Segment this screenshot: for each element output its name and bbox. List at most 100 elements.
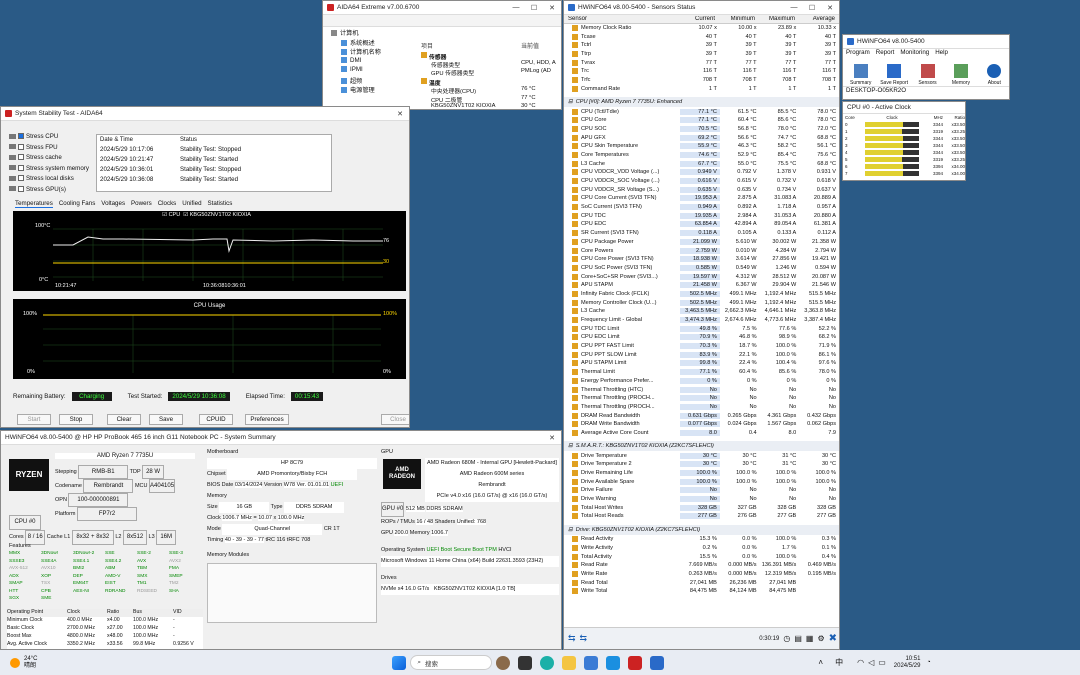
sensor-row[interactable]: CPU (Tctl/Tdie) 77.1 °C 61.5 °C 85.5 °C 78.0… <box>564 107 839 116</box>
tree-item[interactable]: 电源管理 <box>327 85 419 95</box>
sensor-row[interactable]: CPU SOC 70.5 °C 56.8 °C 78.0 °C 72.0 °C <box>564 125 839 134</box>
sensor-row[interactable]: Thermal Throttling (PROCH... No No No No <box>564 403 839 412</box>
sensor-row[interactable]: L3 Cache 3,463.5 MHz 2,662.3 MHz 4,646.1 MH… <box>564 307 839 316</box>
expand-icon[interactable]: ⊟ <box>568 443 573 449</box>
stress-checkbox[interactable] <box>18 154 24 161</box>
sensor-row[interactable]: Total Host Writes 328 GB 327 GB 328 GB 328 G… <box>564 503 839 512</box>
tab-powers[interactable]: Powers <box>131 200 152 208</box>
sensor-row[interactable]: Core Temperatures 74.6 °C 52.9 °C 85.4 °C 75… <box>564 151 839 160</box>
volume-icon[interactable]: ◁ <box>868 658 874 667</box>
stress-option[interactable]: Stress GPU(s) <box>9 186 95 197</box>
sensor-row[interactable]: Tvrax 77 T 77 T 77 T 77 T <box>564 58 839 67</box>
toolbar-about[interactable]: About <box>980 64 1009 86</box>
sensor-row[interactable]: CPU Skin Temperature 55.9 °C 46.3 °C 58.2 °… <box>564 142 839 151</box>
sensors-list[interactable]: Memory Clock Ratio 10.07 x 10.00 x 23.89 x 1… <box>564 24 839 621</box>
sensor-row[interactable]: Total Activity 15.5 % 0.0 % 100.0 % 0.4 % <box>564 552 839 561</box>
sensor-row[interactable]: Energy Performance Prefer... 0 % 0 % 0 % 0 % <box>564 377 839 386</box>
stress-checkbox[interactable] <box>18 164 24 171</box>
tree-item[interactable]: 计算机 <box>327 28 419 38</box>
sensor-row[interactable]: CPU Core 77.1 °C 60.4 °C 85.6 °C 78.0 °C <box>564 116 839 125</box>
sensor-row[interactable]: Total Host Reads 277 GB 276 GB 277 GB 277 GB <box>564 512 839 521</box>
stress-checkbox[interactable] <box>18 175 24 182</box>
sensor-row[interactable]: Read Total 27,041 MB 26,236 MB 27,041 MB <box>564 578 839 587</box>
sensor-row[interactable]: Write Activity 0.2 % 0.0 % 1.7 % 0.1 % <box>564 544 839 553</box>
sensor-row[interactable]: Trfc 708 T 708 T 708 T 708 T <box>564 76 839 85</box>
sensor-row[interactable]: CPU TDC Limit 49.8 % 7.5 % 77.6 % 52.2 % <box>564 324 839 333</box>
tree-item[interactable]: 计算机名称 <box>327 47 419 57</box>
settings-icon[interactable]: ⚙ <box>817 634 824 643</box>
sensor-row[interactable]: CPU PPT FAST Limit 70.3 % 18.7 % 100.0 % 71.… <box>564 342 839 351</box>
cpuid-button[interactable]: CPUID <box>199 414 233 425</box>
tree-item[interactable]: IPMI <box>327 66 419 76</box>
stress-checkbox[interactable] <box>18 185 24 192</box>
sensor-row[interactable]: Average Active Core Count 8.0 0.4 8.0 7.9 <box>564 429 839 438</box>
clock-time[interactable]: 10:51 <box>894 656 920 663</box>
store-icon[interactable] <box>584 655 599 670</box>
sensor-row[interactable]: Thermal Throttling (PROCH... No No No No <box>564 394 839 403</box>
sensor-row[interactable]: CPU PPT SLOW Limit 83.9 % 22.1 % 100.0 % 86.… <box>564 350 839 359</box>
sensor-row[interactable]: CPU TDC 19.935 A 2.984 A 31.053 A 20.880 A <box>564 211 839 220</box>
expand-icon[interactable]: ⊟ <box>568 527 573 533</box>
close-button[interactable]: Close <box>381 414 409 425</box>
battery-icon[interactable]: ▭ <box>878 658 886 667</box>
stress-checkbox[interactable] <box>18 133 24 140</box>
close-sensors-icon[interactable]: ✖ <box>829 633 837 644</box>
sensor-row[interactable]: Drive Temperature 2 30 °C 30 °C 31 °C 30 °C <box>564 460 839 469</box>
tab-cooling-fans[interactable]: Cooling Fans <box>59 200 95 208</box>
sensor-row[interactable]: Drive Warning No No No No <box>564 495 839 504</box>
sensor-row[interactable]: Ttrp 39 T 39 T 39 T 39 T <box>564 50 839 59</box>
tree-item[interactable]: 系统概述 <box>327 38 419 48</box>
sensor-row[interactable]: APU STAPM 21.458 W 6.367 W 29.904 W 21.546 W <box>564 281 839 290</box>
gpu-select[interactable]: GPU #0 <box>381 502 405 517</box>
minimize-button[interactable]: — <box>507 4 525 12</box>
sensor-row[interactable]: Write Total 84,475 MB 84,124 MB 84,475 MB <box>564 587 839 596</box>
sensor-row[interactable]: Read Rate 7.669 MB/s 0.000 MB/s 136.391 MB/… <box>564 561 839 570</box>
sensor-section[interactable]: ⊟ S.M.A.R.T.: KBG50ZNV1T02 KIOXIA (Z2KC7S… <box>564 441 839 452</box>
sensor-row[interactable]: Core+SoC+SR Power (SVI3...) 19.597 W 4.312… <box>564 272 839 281</box>
search-box[interactable]: ⌕ 搜索 <box>410 655 493 670</box>
input-language[interactable]: 中 <box>835 657 843 668</box>
close-button[interactable]: ✕ <box>391 110 409 118</box>
sensor-row[interactable]: Tctrl 39 T 39 T 39 T 39 T <box>564 41 839 50</box>
sensor-row[interactable]: Write Rate 0.263 MB/s 0.000 MB/s 12.319 MB/… <box>564 570 839 579</box>
sensor-row[interactable]: SR Current (SVI3 TFN) 0.118 A 0.105 A 0.133… <box>564 229 839 238</box>
clock-date[interactable]: 2024/5/29 <box>894 663 921 670</box>
minimize-button[interactable]: — <box>785 4 803 12</box>
tree-item[interactable]: DMI <box>327 57 419 67</box>
sensor-row[interactable]: APU GFX 69.2 °C 56.6 °C 74.7 °C 68.8 °C <box>564 133 839 142</box>
sensor-row[interactable]: Infinity Fabric Clock (FCLK) 502.5 MHz 499… <box>564 290 839 299</box>
sensor-section[interactable]: ⊟ Drive: KBG50ZNV1T02 KIOXIA (Z2KC7SFLEHC… <box>564 524 839 535</box>
stress-checkbox[interactable] <box>18 143 24 150</box>
aida64-taskbar-icon[interactable] <box>628 655 643 670</box>
tab-temperatures[interactable]: Temperatures <box>15 200 53 208</box>
nav-arrows-icon-2[interactable]: ⇆ <box>580 633 588 644</box>
sensor-row[interactable]: L3 Cache 67.7 °C 55.0 °C 75.5 °C 68.8 °C <box>564 159 839 168</box>
stress-option[interactable]: Stress CPU <box>9 133 95 144</box>
sensor-row[interactable]: Drive Temperature 30 °C 30 °C 31 °C 30 °C <box>564 451 839 460</box>
sensor-row[interactable]: Memory Controller Clock (U...) 502.5 MHz 4… <box>564 298 839 307</box>
save-button[interactable]: Save <box>149 414 183 425</box>
sensor-row[interactable]: CPU Core Power (SVI3 TFN) 18.938 W 3.614 W… <box>564 255 839 264</box>
sensor-row[interactable]: CPU VDDCR_VDD Voltage (...) 0.949 V 0.792 … <box>564 168 839 177</box>
stress-option[interactable]: Stress cache <box>9 154 95 165</box>
cpu-select[interactable]: CPU #0 <box>9 515 41 530</box>
sensor-row[interactable]: Core Powers 2.759 W 0.010 W 4.284 W 2.794 W <box>564 246 839 255</box>
sensor-row[interactable]: APU STAPM Limit 99.8 % 22.4 % 100.4 % 97.6 % <box>564 359 839 368</box>
start-icon[interactable] <box>392 655 407 670</box>
maximize-button[interactable]: ☐ <box>525 4 543 12</box>
sensor-row[interactable]: DRAM Write Bandwidth 0.077 Gbps 0.024 Gbps… <box>564 420 839 429</box>
sensor-row[interactable]: Memory Clock Ratio 10.07 x 10.00 x 23.89 x 1… <box>564 24 839 33</box>
maximize-button[interactable]: ☐ <box>803 4 821 12</box>
layout-icon[interactable]: ▦ <box>806 634 814 643</box>
toolbar-save-report[interactable]: Save Report <box>879 64 908 86</box>
sensor-row[interactable]: Trc 116 T 116 T 116 T 116 T <box>564 67 839 76</box>
sensor-row[interactable]: CPU Core Current (SVI3 TFN) 19.953 A 2.875… <box>564 194 839 203</box>
stress-option[interactable]: Stress system memory <box>9 165 95 176</box>
sensor-row[interactable]: CPU SoC Power (SVI3 TFN) 0.585 W 0.549 W 1.… <box>564 264 839 273</box>
nav-arrows-icon[interactable]: ⇆ <box>568 633 576 644</box>
sensor-row[interactable]: Command Rate 1 T 1 T 1 T 1 T <box>564 85 839 94</box>
expand-icon[interactable]: ⊟ <box>568 99 573 105</box>
menu-report[interactable]: Report <box>876 49 895 58</box>
menu-monitoring[interactable]: Monitoring <box>900 49 929 58</box>
sensor-row[interactable]: CPU VDDCR_SR Voltage (S...) 0.635 V 0.635 … <box>564 185 839 194</box>
